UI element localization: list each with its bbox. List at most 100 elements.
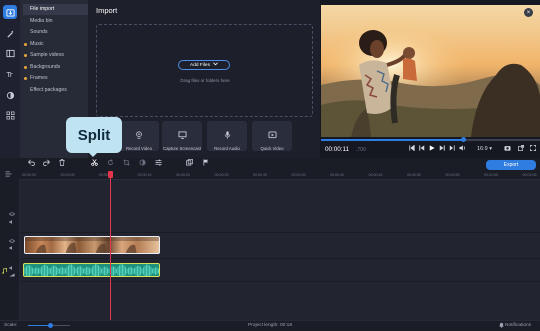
timeline-tick-label: 00:00:35: [291, 173, 306, 177]
color-adjust-icon[interactable]: [139, 159, 146, 168]
quick-video-icon: [268, 126, 277, 144]
track-visibility-icon[interactable]: [8, 239, 16, 244]
timeline-tick-label: 00:00:15: [137, 173, 152, 177]
magic-wand-icon[interactable]: [3, 27, 17, 41]
video-preview[interactable]: [321, 5, 540, 137]
import-panel-title: Import: [96, 6, 118, 15]
video-clip[interactable]: [24, 236, 160, 254]
fullscreen-icon[interactable]: [530, 145, 536, 153]
new-content-dot: [24, 77, 27, 80]
apps-grid-icon[interactable]: [3, 108, 17, 122]
category-item[interactable]: Sample videos: [23, 50, 88, 61]
drag-hint: Drag files or folders here: [180, 78, 230, 83]
category-item[interactable]: Effect packages: [23, 85, 88, 96]
category-item[interactable]: Music: [23, 39, 88, 50]
timeline-tick-label: 00:00:50: [407, 173, 421, 177]
category-label: Effect packages: [30, 86, 67, 93]
category-item[interactable]: Frames: [23, 73, 88, 84]
skip-back-icon[interactable]: [409, 144, 415, 153]
tile-label: Record Video: [126, 146, 152, 151]
seek-handle[interactable]: [461, 137, 466, 142]
category-label: Frames: [30, 75, 48, 81]
panels-icon[interactable]: [3, 46, 17, 60]
drop-zone[interactable]: [96, 24, 313, 117]
aspect-ratio-value: 16:9: [477, 146, 488, 152]
timeline-tick-label: 00:00:00: [22, 173, 36, 177]
new-content-dot: [24, 42, 27, 46]
timeline-tick-label: 00:01:05: [522, 173, 537, 177]
track-volume-icon[interactable]: [9, 273, 16, 278]
volume-icon[interactable]: [459, 145, 466, 153]
timeline-tick-label: 00:00:30: [253, 173, 267, 177]
record-audio-button[interactable]: Record Audio: [207, 121, 247, 151]
export-button[interactable]: Export: [486, 160, 536, 170]
scissors-icon[interactable]: [91, 159, 98, 168]
clip-properties-icon[interactable]: [155, 159, 162, 168]
trash-icon[interactable]: [59, 159, 65, 168]
crop-icon[interactable]: [123, 159, 130, 168]
current-time: 00:00:11: [325, 146, 350, 153]
track-mute-icon[interactable]: [9, 246, 16, 251]
category-item[interactable]: File import: [23, 4, 88, 15]
close-icon[interactable]: ×: [524, 8, 533, 17]
detach-player-icon[interactable]: [518, 145, 524, 153]
screen-capture-icon: [178, 126, 187, 144]
category-item[interactable]: Media bin: [23, 16, 88, 27]
category-item[interactable]: Sounds: [23, 27, 88, 38]
category-label: Media bin: [30, 17, 53, 24]
play-icon[interactable]: [429, 145, 435, 153]
add-files-label: Add Files: [190, 62, 210, 68]
lane-divider: [20, 232, 540, 233]
bell-icon[interactable]: [499, 322, 504, 330]
lane-divider: [20, 281, 540, 282]
import-icon[interactable]: [3, 5, 17, 19]
track-visibility-icon[interactable]: [8, 212, 16, 217]
new-content-dot: [24, 54, 27, 57]
timeline-ruler[interactable]: [20, 171, 540, 180]
webcam-icon: [135, 126, 143, 144]
track-mute-icon[interactable]: [9, 266, 16, 271]
svg-text:Tr: Tr: [6, 70, 13, 79]
timeline-tick-label: 00:01:00: [484, 173, 498, 177]
skip-forward-icon[interactable]: [449, 145, 455, 153]
add-files-button[interactable]: Add Files: [178, 60, 230, 70]
marker-flag-icon[interactable]: [203, 159, 209, 168]
step-forward-icon[interactable]: [439, 145, 445, 153]
category-label: Sample videos: [30, 52, 65, 58]
aspect-ratio-select[interactable]: 16:9 ▾: [477, 146, 492, 152]
quick-video-button[interactable]: Quick Video: [252, 121, 292, 151]
redo-icon[interactable]: [43, 159, 51, 168]
filter-icon[interactable]: [3, 88, 17, 102]
playhead[interactable]: [110, 176, 111, 321]
chevron-down-icon: [213, 62, 218, 68]
tooltip-arrow: [88, 152, 98, 157]
tool-rail: Tr: [0, 0, 20, 158]
track-settings-icon[interactable]: [5, 171, 12, 179]
tile-label: Capture Screencast: [163, 146, 201, 151]
timeline-tick-label: 00:00:40: [330, 173, 344, 177]
new-content-dot: [24, 65, 27, 69]
audio-clip[interactable]: [23, 263, 160, 277]
current-time-ms: .700: [356, 147, 366, 153]
microphone-icon: [224, 126, 231, 144]
snapshot-icon[interactable]: [504, 145, 511, 153]
text-icon[interactable]: Tr: [3, 67, 17, 81]
notifications-link[interactable]: Notifications: [505, 323, 531, 328]
lane-divider: [20, 258, 540, 259]
capture-screencast-button[interactable]: Capture Screencast: [162, 121, 202, 151]
timeline-tick-label: 00:00:05: [60, 173, 75, 177]
timeline-tick-label: 00:00:45: [368, 173, 383, 177]
undo-icon[interactable]: [27, 159, 35, 168]
category-label: File import: [30, 6, 55, 12]
tile-label: Record Audio: [214, 146, 240, 151]
insert-media-icon[interactable]: [186, 159, 193, 168]
music-note-icon: [2, 267, 7, 274]
step-back-icon[interactable]: [419, 145, 425, 153]
seek-bar-progress: [321, 139, 463, 141]
rotate-icon[interactable]: [107, 159, 114, 168]
project-length: Project length: 00:18: [247, 323, 292, 328]
category-label: Sounds: [30, 29, 48, 35]
track-mute-icon[interactable]: [9, 220, 16, 225]
record-video-button[interactable]: Record Video: [119, 121, 159, 151]
category-item[interactable]: Backgrounds: [23, 62, 88, 73]
